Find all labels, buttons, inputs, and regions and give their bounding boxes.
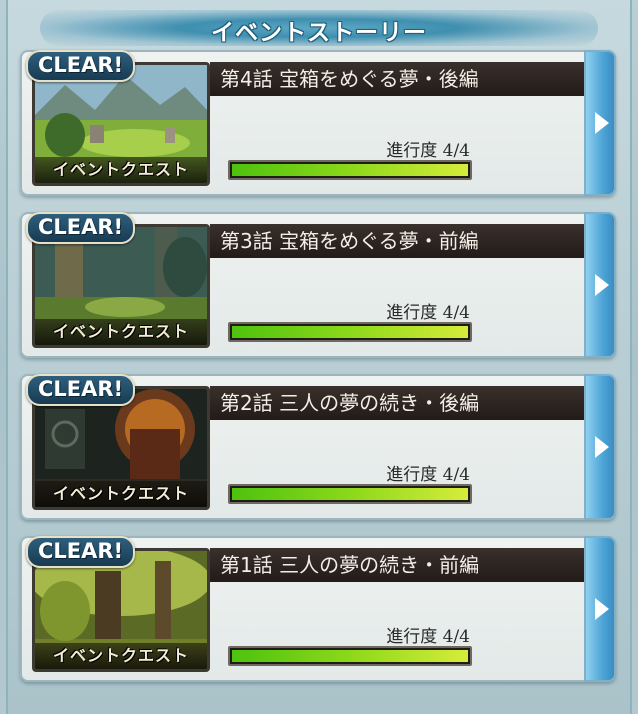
open-episode-button[interactable] <box>584 212 616 358</box>
quest-type-label: イベントクエスト <box>35 319 207 345</box>
episode-card[interactable]: イベントクエスト CLEAR! 第1話 三人の夢の続き・前編 進行度 4/4 <box>20 536 616 682</box>
triangle-right-icon <box>595 274 609 296</box>
clear-badge: CLEAR! <box>26 212 136 244</box>
episode-title: 第2話 三人の夢の続き・後編 <box>210 386 584 420</box>
episode-card[interactable]: イベントクエスト CLEAR! 第2話 三人の夢の続き・後編 進行度 4/4 <box>20 374 616 520</box>
episode-title: 第4話 宝箱をめぐる夢・後編 <box>210 62 584 96</box>
open-episode-button[interactable] <box>584 536 616 682</box>
quest-type-label: イベントクエスト <box>35 643 207 669</box>
triangle-right-icon <box>595 436 609 458</box>
open-episode-button[interactable] <box>584 374 616 520</box>
episode-title: 第1話 三人の夢の続き・前編 <box>210 548 584 582</box>
progress-label: 進行度 4/4 <box>386 627 470 647</box>
episode-card[interactable]: イベントクエスト CLEAR! 第4話 宝箱をめぐる夢・後編 進行度 4/4 <box>20 50 616 196</box>
clear-badge: CLEAR! <box>26 536 136 568</box>
progress-bar <box>228 322 472 342</box>
progress-bar <box>228 646 472 666</box>
triangle-right-icon <box>595 598 609 620</box>
progress-label: 進行度 4/4 <box>386 465 470 485</box>
episode-card[interactable]: イベントクエスト CLEAR! 第3話 宝箱をめぐる夢・前編 進行度 4/4 <box>20 212 616 358</box>
open-episode-button[interactable] <box>584 50 616 196</box>
progress-bar <box>228 484 472 504</box>
episode-title: 第3話 宝箱をめぐる夢・前編 <box>210 224 584 258</box>
progress-fill <box>232 164 468 176</box>
progress-fill <box>232 488 468 500</box>
progress-bar <box>228 160 472 180</box>
triangle-right-icon <box>595 112 609 134</box>
clear-badge: CLEAR! <box>26 374 136 406</box>
progress-label: 進行度 4/4 <box>386 141 470 161</box>
quest-type-label: イベントクエスト <box>35 481 207 507</box>
progress-fill <box>232 326 468 338</box>
progress-fill <box>232 650 468 662</box>
quest-type-label: イベントクエスト <box>35 157 207 183</box>
progress-label: 進行度 4/4 <box>386 303 470 323</box>
page-title: イベントストーリー <box>211 20 427 46</box>
clear-badge: CLEAR! <box>26 50 136 82</box>
